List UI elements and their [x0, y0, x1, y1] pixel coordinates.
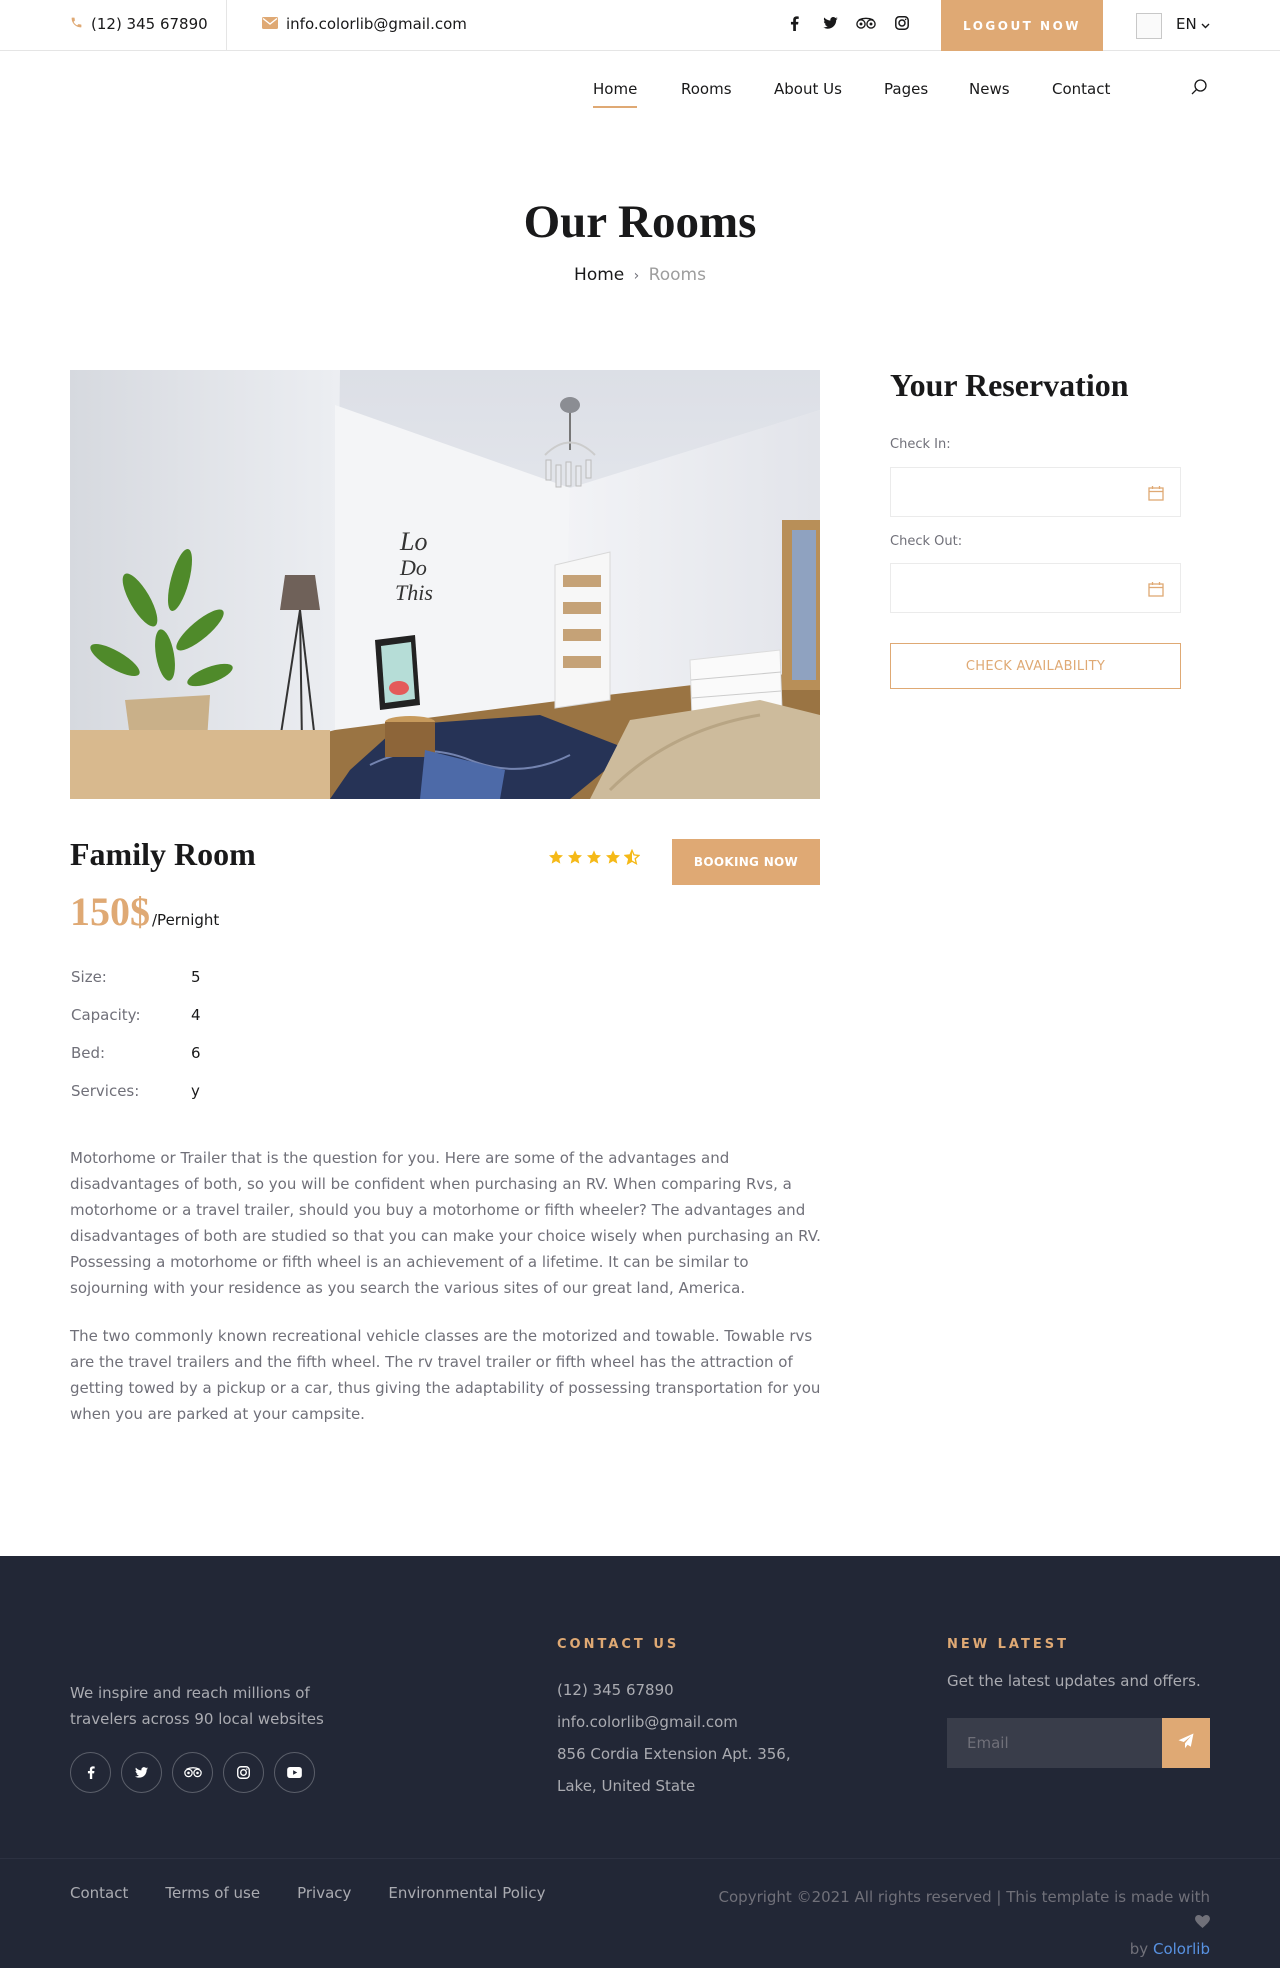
room-photo: Lo Do This — [70, 370, 820, 799]
star-icon — [586, 849, 602, 869]
room-description-paragraph: Motorhome or Trailer that is the questio… — [70, 1149, 821, 1297]
newsletter-submit-button[interactable] — [1162, 1718, 1210, 1768]
footer-contact-info: (12) 345 67890 info.colorlib@gmail.com 8… — [557, 1674, 827, 1802]
footer-link-contact[interactable]: Contact — [70, 1884, 128, 1902]
instagram-icon[interactable] — [223, 1752, 264, 1793]
language-flag-image[interactable] — [1136, 13, 1162, 39]
paper-plane-icon — [1178, 1733, 1194, 1753]
copyright-text: Copyright ©2021 All rights reserved | Th… — [718, 1888, 1210, 1906]
reservation-title: Your Reservation — [890, 367, 1129, 403]
svg-text:Do: Do — [399, 555, 427, 580]
spec-value: y — [191, 1082, 200, 1100]
heart-icon — [1195, 1914, 1210, 1932]
nav-item-about-us[interactable]: About Us — [774, 80, 842, 98]
logout-button[interactable]: LOGOUT NOW — [941, 0, 1103, 51]
top-bar: (12) 345 67890 info.colorlib@gmail.com L… — [0, 0, 1280, 51]
colorlib-link[interactable]: Colorlib — [1153, 1940, 1210, 1958]
footer-divider — [0, 1858, 1280, 1859]
nav-item-pages[interactable]: Pages — [884, 80, 928, 98]
footer-about-text: We inspire and reach millions of travele… — [70, 1684, 324, 1728]
calendar-icon[interactable] — [1148, 485, 1164, 505]
contact-email[interactable]: info.colorlib@gmail.com — [557, 1706, 827, 1738]
phone-icon — [70, 15, 83, 33]
tripadvisor-icon[interactable] — [856, 13, 876, 33]
footer-link-terms[interactable]: Terms of use — [165, 1884, 260, 1902]
spec-value: 5 — [191, 968, 201, 986]
youtube-icon[interactable] — [274, 1752, 315, 1793]
nav-item-contact[interactable]: Contact — [1052, 80, 1110, 98]
language-selector[interactable]: EN — [1176, 15, 1210, 33]
room-name: Family Room — [70, 836, 256, 872]
spec-value: 4 — [191, 1006, 201, 1024]
svg-text:Lo: Lo — [399, 527, 427, 556]
room-price: 150$ /Pernight — [70, 888, 219, 935]
new-latest-heading: NEW LATEST — [947, 1637, 1069, 1652]
svg-text:This: This — [395, 580, 433, 605]
check-availability-button[interactable]: CHECK AVAILABILITY — [890, 643, 1181, 689]
star-icon — [548, 849, 564, 869]
newsletter-email-input[interactable]: Email — [947, 1718, 1162, 1768]
search-icon[interactable] — [1190, 78, 1208, 100]
chevron-down-icon — [1201, 15, 1210, 33]
copyright-by: by — [1129, 1940, 1149, 1958]
page-title: Our Rooms — [523, 196, 757, 248]
phone-number: (12) 345 67890 — [91, 15, 208, 33]
breadcrumb-current: Rooms — [648, 265, 706, 285]
divider — [226, 0, 227, 51]
footer-social-links — [70, 1752, 315, 1793]
tripadvisor-icon[interactable] — [172, 1752, 213, 1793]
instagram-icon[interactable] — [892, 13, 912, 33]
breadcrumb-home[interactable]: Home — [574, 265, 624, 285]
facebook-icon[interactable] — [784, 13, 804, 33]
footer-link-environmental-policy[interactable]: Environmental Policy — [388, 1884, 545, 1902]
check-in-label: Check In: — [890, 437, 951, 452]
footer: We inspire and reach millions of travele… — [0, 1556, 1280, 1968]
spec-label: Services: — [71, 1082, 140, 1100]
contact-phone: (12) 345 67890 — [557, 1681, 674, 1699]
footer-links: Contact Terms of use Privacy Environment… — [70, 1884, 545, 1902]
newsletter-text: Get the latest updates and offers. — [947, 1672, 1201, 1690]
check-out-label: Check Out: — [890, 534, 963, 549]
booking-now-button[interactable]: BOOKING NOW — [672, 839, 820, 885]
spec-label: Size: — [71, 968, 107, 986]
breadcrumb: Home › Rooms — [0, 265, 1280, 285]
contact-us-heading: CONTACT US — [557, 1637, 680, 1652]
email-contact: info.colorlib@gmail.com — [262, 15, 467, 33]
nav-item-rooms[interactable]: Rooms — [681, 80, 732, 98]
calendar-icon[interactable] — [1148, 581, 1164, 601]
star-rating — [548, 848, 641, 869]
check-in-field[interactable] — [890, 467, 1181, 517]
envelope-icon — [262, 15, 278, 33]
star-half-icon — [623, 848, 641, 869]
main-navigation: Home Rooms About Us Pages News Contact — [0, 52, 1280, 122]
footer-link-privacy[interactable]: Privacy — [297, 1884, 351, 1902]
social-links — [784, 13, 912, 33]
nav-item-home[interactable]: Home — [593, 80, 638, 108]
price-amount: 150$ — [70, 889, 150, 934]
spec-value: 6 — [191, 1044, 201, 1062]
language-code: EN — [1176, 15, 1197, 33]
chevron-right-icon: › — [633, 268, 640, 284]
twitter-icon[interactable] — [121, 1752, 162, 1793]
price-unit: /Pernight — [152, 911, 220, 929]
phone-contact: (12) 345 67890 — [70, 15, 208, 33]
spec-label: Bed: — [71, 1044, 106, 1062]
email-address[interactable]: info.colorlib@gmail.com — [286, 15, 467, 33]
twitter-icon[interactable] — [820, 13, 840, 33]
nav-item-news[interactable]: News — [969, 80, 1010, 98]
contact-address: 856 Cordia Extension Apt. 356, Lake, Uni… — [557, 1745, 791, 1795]
star-icon — [605, 849, 621, 869]
check-out-field[interactable] — [890, 563, 1181, 613]
facebook-icon[interactable] — [70, 1752, 111, 1793]
copyright: Copyright ©2021 All rights reserved | Th… — [700, 1884, 1210, 1962]
spec-label: Capacity: — [71, 1006, 141, 1024]
room-description-paragraph: The two commonly known recreational vehi… — [70, 1327, 821, 1423]
star-icon — [567, 849, 583, 869]
